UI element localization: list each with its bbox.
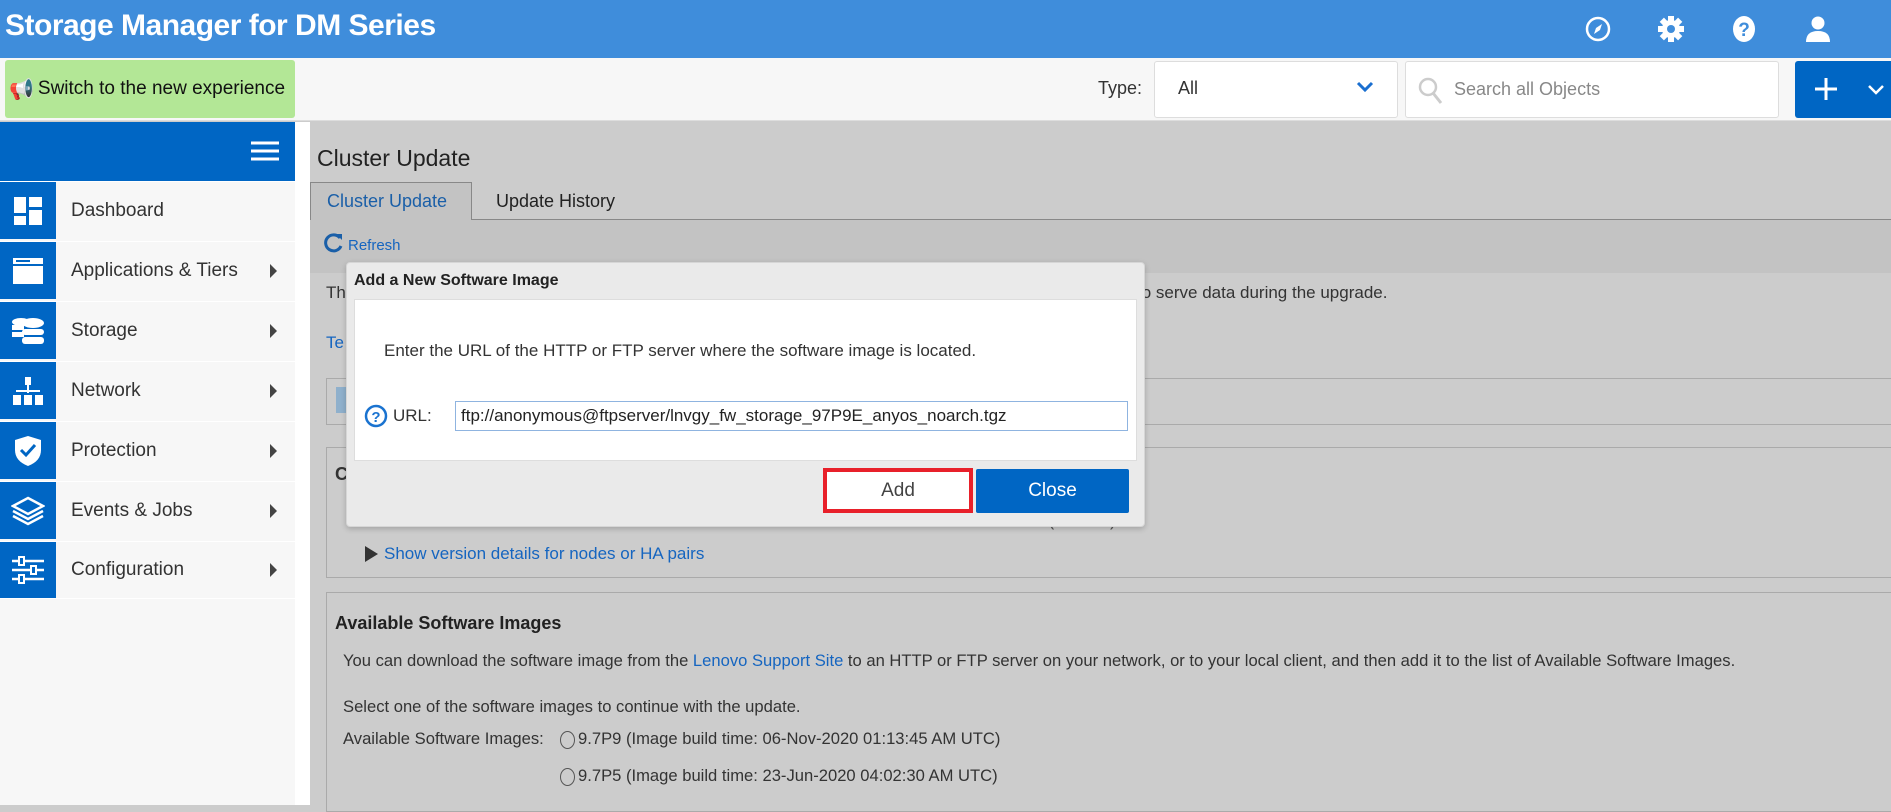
caret-right-icon xyxy=(270,383,277,398)
shield-icon xyxy=(0,422,56,479)
sidebar-item-label: Storage xyxy=(71,319,138,341)
type-select[interactable]: All xyxy=(1154,61,1398,118)
sidebar-item-network[interactable]: Network xyxy=(0,361,295,419)
expand-triangle-icon xyxy=(365,546,378,562)
chevron-down-icon[interactable] xyxy=(1867,83,1885,101)
help-icon[interactable]: ? xyxy=(364,404,388,433)
image-option-label: 9.7P5 (Image build time: 23-Jun-2020 04:… xyxy=(578,766,998,785)
select-instruction: Select one of the software images to con… xyxy=(343,697,801,716)
refresh-icon xyxy=(324,232,344,258)
app-title: Storage Manager for DM Series xyxy=(5,9,436,42)
search-icon xyxy=(1418,76,1444,111)
sidebar-item-protection[interactable]: Protection xyxy=(0,421,295,479)
megaphone-icon: 📢 xyxy=(9,78,34,101)
dialog-title: Add a New Software Image xyxy=(354,272,559,289)
chevron-down-icon xyxy=(1355,80,1375,99)
search-input[interactable]: Search all Objects xyxy=(1405,61,1779,118)
available-images-description: You can download the software image from… xyxy=(343,651,1735,671)
caret-right-icon xyxy=(270,323,277,338)
sidebar-item-label: Dashboard xyxy=(71,199,164,221)
caret-right-icon xyxy=(270,263,277,278)
image-option-label: 9.7P9 (Image build time: 06-Nov-2020 01:… xyxy=(578,729,1001,748)
caret-right-icon xyxy=(270,443,277,458)
image-option-9-7p5[interactable]: 9.7P5 (Image build time: 23-Jun-2020 04:… xyxy=(560,766,998,786)
intro-text-end: to serve data during the upgrade. xyxy=(1137,283,1388,302)
help-icon[interactable]: ? xyxy=(1729,14,1759,44)
user-icon[interactable] xyxy=(1803,14,1833,44)
tab-update-history[interactable]: Update History xyxy=(480,182,631,220)
url-input[interactable] xyxy=(455,401,1128,431)
caret-right-icon xyxy=(270,563,277,577)
switch-experience-button[interactable]: 📢 Switch to the new experience xyxy=(5,60,295,118)
svg-text:?: ? xyxy=(1738,20,1750,41)
url-label: URL: xyxy=(393,406,432,425)
sidebar-item-configuration[interactable]: Configuration xyxy=(0,541,295,599)
close-button[interactable]: Close xyxy=(976,469,1129,513)
add-software-image-dialog: Add a New Software Image Enter the URL o… xyxy=(346,262,1145,527)
desc-text: You can download the software image from… xyxy=(343,651,693,670)
sidebar-item-label: Applications & Tiers xyxy=(71,259,238,281)
add-button[interactable]: Add xyxy=(823,468,973,513)
page-title: Cluster Update xyxy=(317,145,471,171)
dialog-body: Enter the URL of the HTTP or FTP server … xyxy=(354,299,1137,461)
toolbar: 📢 Switch to the new experience Type: All… xyxy=(0,58,1891,121)
sidebar-item-applications[interactable]: Applications & Tiers xyxy=(0,241,295,299)
tab-bar: Cluster Update Update History xyxy=(310,182,1891,221)
available-images-heading: Available Software Images xyxy=(335,613,562,633)
sidebar-header xyxy=(0,122,295,181)
sidebar: Dashboard Applications & Tiers Storage N… xyxy=(0,122,295,805)
storage-icon xyxy=(0,302,56,359)
network-icon xyxy=(0,362,56,419)
gear-icon[interactable] xyxy=(1656,14,1686,44)
switch-experience-label: Switch to the new experience xyxy=(37,78,286,99)
sidebar-item-label: Events & Jobs xyxy=(71,499,193,521)
lenovo-support-link[interactable]: Lenovo Support Site xyxy=(693,651,843,670)
show-version-details-link[interactable]: Show version details for nodes or HA pai… xyxy=(365,544,704,564)
search-placeholder: Search all Objects xyxy=(1454,79,1601,99)
plus-icon xyxy=(1813,76,1839,107)
dialog-instruction: Enter the URL of the HTTP or FTP server … xyxy=(384,341,977,360)
radio-button[interactable] xyxy=(560,730,575,749)
tab-cluster-update[interactable]: Cluster Update xyxy=(310,182,472,221)
create-button[interactable] xyxy=(1795,61,1891,118)
radio-button[interactable] xyxy=(560,767,575,786)
refresh-button[interactable]: Refresh xyxy=(324,232,401,258)
app-header: Storage Manager for DM Series ? xyxy=(0,0,1891,58)
sidebar-item-dashboard[interactable]: Dashboard xyxy=(0,181,295,239)
available-images-label: Available Software Images: xyxy=(343,729,544,748)
show-details-label: Show version details for nodes or HA pai… xyxy=(384,544,705,563)
sidebar-item-storage[interactable]: Storage xyxy=(0,301,295,359)
compass-icon[interactable] xyxy=(1583,14,1613,44)
desc-text: to an HTTP or FTP server on your network… xyxy=(843,651,1736,670)
image-option-9-7p9[interactable]: 9.7P9 (Image build time: 06-Nov-2020 01:… xyxy=(560,729,1000,749)
dashboard-icon xyxy=(0,182,56,239)
layers-icon xyxy=(0,482,56,539)
hamburger-menu-icon[interactable] xyxy=(251,140,279,167)
sliders-icon xyxy=(0,542,56,598)
refresh-label: Refresh xyxy=(348,236,401,254)
available-images-section: Available Software Images You can downlo… xyxy=(326,592,1891,812)
sidebar-item-label: Protection xyxy=(71,439,157,461)
sidebar-item-label: Network xyxy=(71,379,141,401)
application-icon xyxy=(0,242,56,299)
sidebar-item-events-jobs[interactable]: Events & Jobs xyxy=(0,481,295,539)
type-label: Type: xyxy=(1098,78,1143,98)
type-select-value: All xyxy=(1178,78,1199,98)
partial-link[interactable]: Te xyxy=(326,333,344,353)
svg-text:?: ? xyxy=(371,409,380,426)
caret-right-icon xyxy=(270,503,277,518)
sidebar-item-label: Configuration xyxy=(71,559,185,580)
divider xyxy=(295,122,310,805)
intro-text-start: Th xyxy=(326,283,346,302)
